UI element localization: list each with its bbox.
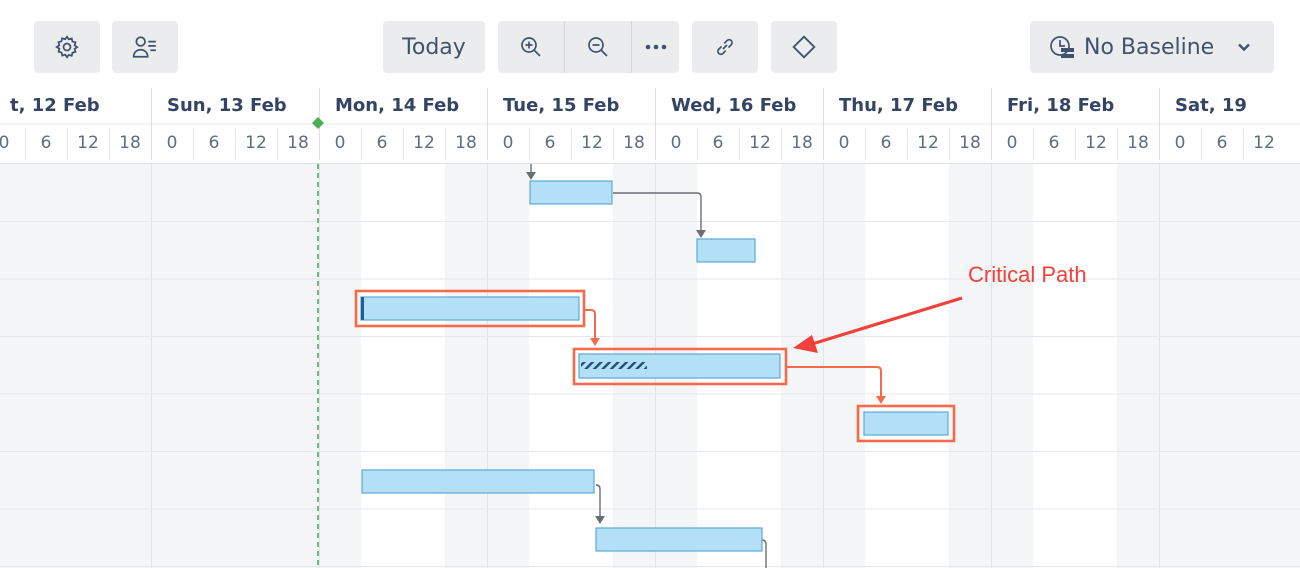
- gear-icon: [55, 35, 79, 59]
- weekend-shade: [151, 164, 319, 568]
- more-button[interactable]: [632, 21, 679, 73]
- baseline-dropdown[interactable]: No Baseline: [1030, 21, 1274, 73]
- milestone-button[interactable]: [771, 21, 837, 73]
- task-bar-critical[interactable]: [863, 411, 949, 436]
- dependency-arrowhead: [595, 516, 605, 524]
- milestone-diamond-icon: [792, 35, 816, 59]
- critical-path-annotation: Critical Path: [968, 262, 1087, 287]
- zoom-out-button[interactable]: [565, 21, 631, 73]
- task-bar[interactable]: [595, 527, 763, 552]
- task-progress: [361, 297, 364, 320]
- people-filter-button[interactable]: [112, 21, 178, 73]
- task-bar[interactable]: [361, 469, 595, 494]
- more-icon: [645, 44, 666, 50]
- night-shade: [949, 164, 991, 568]
- zoom-out-icon: [588, 37, 608, 57]
- critical-arrowhead: [876, 396, 886, 404]
- settings-button[interactable]: [34, 21, 100, 73]
- gantt-toolbar: Today No Baseline: [0, 0, 1300, 88]
- dependency-connector: [595, 484, 601, 517]
- header-gridlines: [0, 88, 1300, 164]
- night-shade: [445, 164, 487, 568]
- gantt-canvas: [0, 164, 1300, 568]
- link-button[interactable]: [692, 21, 758, 73]
- today-marker-icon: [312, 117, 324, 129]
- today-label: Today: [402, 34, 466, 60]
- dependency-arrowhead: [696, 230, 706, 238]
- task-bar[interactable]: [696, 238, 756, 263]
- zoom-in-icon: [521, 37, 541, 57]
- night-shade: [1117, 164, 1159, 568]
- timeline-header: t, 12 Feb Sun, 13 Feb Mon, 14 Feb Tue, 15 F…: [0, 88, 1300, 233]
- night-shade: [319, 164, 361, 568]
- weekend-shade: [0, 164, 151, 568]
- night-shade: [487, 164, 529, 568]
- baseline-icon: [1050, 36, 1074, 58]
- task-bar[interactable]: [529, 180, 613, 205]
- critical-connector: [584, 309, 596, 339]
- baseline-label: No Baseline: [1084, 34, 1215, 60]
- chevron-down-icon: [1238, 43, 1251, 52]
- zoom-in-button[interactable]: [498, 21, 564, 73]
- night-shade: [991, 164, 1033, 568]
- task-progress: [581, 362, 647, 369]
- gantt-chart-area: [0, 164, 1300, 568]
- link-icon: [717, 38, 733, 56]
- today-button[interactable]: Today: [383, 21, 485, 73]
- task-bar-critical[interactable]: [360, 296, 580, 321]
- people-filter-icon: [132, 36, 156, 58]
- critical-arrowhead: [590, 338, 600, 346]
- weekend-shade: [1159, 164, 1300, 568]
